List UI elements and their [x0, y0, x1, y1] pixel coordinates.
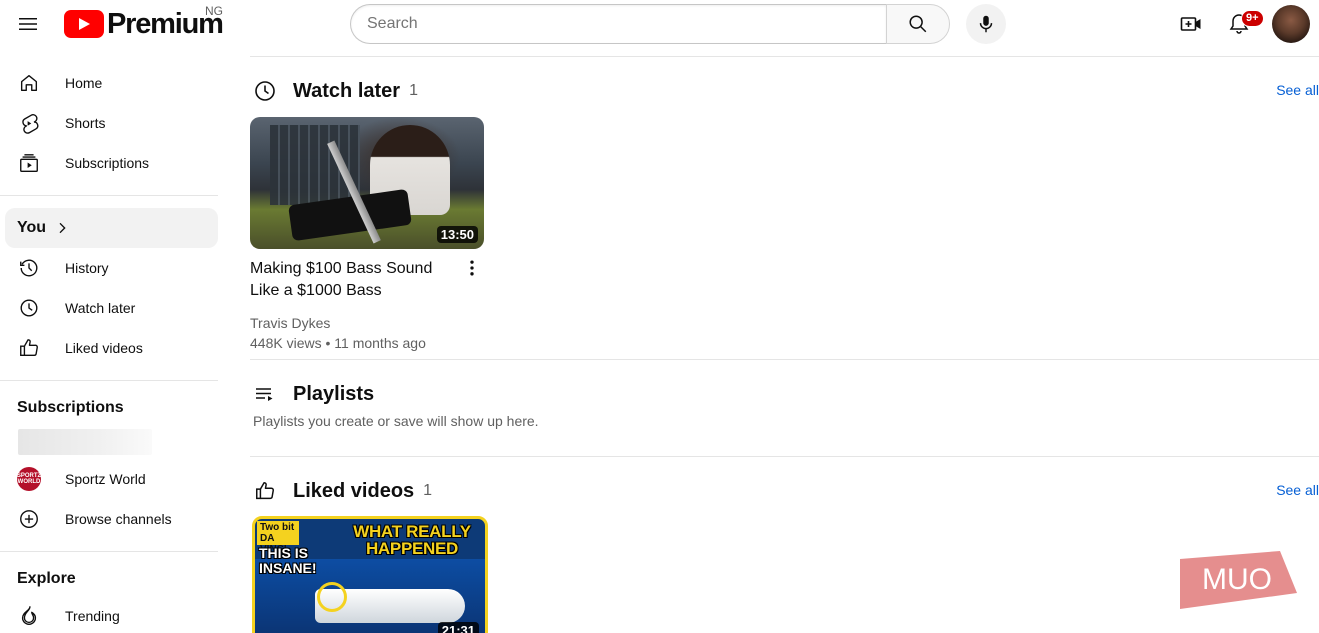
sidebar-item-label: Trending	[65, 608, 120, 624]
section-header: Liked videos 1	[250, 476, 432, 506]
watch-later-icon	[250, 76, 280, 106]
video-thumbnail[interactable]: Two bit DA VINCI WHAT REALLY HAPPENED TH…	[252, 516, 488, 633]
sidebar-item-label: Home	[65, 75, 103, 91]
sidebar-item-label: Shorts	[65, 115, 106, 131]
sidebar: Home Shorts Subscriptions You History Wa…	[0, 56, 230, 633]
thumbnail-scene	[270, 125, 360, 205]
channel-avatar-wrapper: SPORTZ WORLD	[17, 467, 41, 491]
channel-avatar: SPORTZ WORLD	[17, 467, 41, 491]
video-title[interactable]: Making $100 Bass Sound Like a $1000 Bass	[250, 258, 450, 302]
video-duration: 21:31	[437, 622, 479, 633]
explore-section-title: Explore	[17, 570, 76, 587]
country-code: NG	[205, 4, 223, 18]
hamburger-menu-icon	[19, 18, 37, 30]
microphone-icon	[979, 15, 993, 33]
sidebar-item-history[interactable]: History	[5, 248, 218, 288]
section-header: Playlists	[250, 379, 374, 409]
section-divider	[250, 456, 1319, 457]
section-count: 1	[409, 82, 418, 99]
create-button[interactable]	[1171, 4, 1211, 44]
section-title[interactable]: Playlists	[293, 383, 374, 406]
sidebar-item-label: Liked videos	[65, 340, 143, 356]
sidebar-item-label: History	[65, 260, 109, 276]
library-main: Watch later 1 See all 13:50 Making $100 …	[250, 56, 1319, 633]
trending-icon	[17, 604, 41, 628]
sidebar-item-label: Sportz World	[65, 471, 146, 487]
notification-badge: 9+	[1241, 10, 1264, 27]
blurred-subscription[interactable]	[18, 429, 152, 455]
sidebar-item-browse-channels[interactable]: Browse channels	[5, 499, 218, 539]
history-icon	[17, 256, 41, 280]
sidebar-item-watch-later[interactable]: Watch later	[5, 288, 218, 328]
youtube-play-icon	[64, 10, 104, 38]
sidebar-item-label: Watch later	[65, 300, 136, 316]
sidebar-item-sportz-world[interactable]: SPORTZ WORLD Sportz World	[5, 459, 218, 499]
top-bar: Premium NG 9+	[0, 0, 1319, 48]
section-header: Watch later 1	[250, 76, 418, 106]
youtube-premium-logo[interactable]: Premium	[64, 8, 224, 40]
watch-later-icon	[17, 296, 41, 320]
top-divider	[250, 56, 1319, 57]
video-duration: 13:50	[436, 226, 478, 243]
see-all-link[interactable]: See all	[1276, 82, 1319, 98]
chevron-right-icon	[59, 222, 66, 234]
video-meta: 448K views • 11 months ago	[250, 335, 426, 351]
muo-watermark: MUO	[1180, 551, 1297, 609]
account-avatar[interactable]	[1272, 5, 1310, 43]
subscriptions-section-title: Subscriptions	[17, 399, 124, 416]
you-label: You	[17, 219, 47, 236]
highlight-circle	[317, 582, 347, 612]
section-count: 1	[423, 482, 433, 499]
sidebar-item-shorts[interactable]: Shorts	[5, 103, 218, 143]
sidebar-divider	[0, 195, 218, 196]
playlists-empty-message: Playlists you create or save will show u…	[253, 413, 539, 429]
subscriptions-icon	[17, 151, 41, 175]
menu-button[interactable]	[12, 8, 44, 40]
sidebar-item-liked-videos[interactable]: Liked videos	[5, 328, 218, 368]
section-title[interactable]: Watch later	[293, 80, 400, 103]
notifications-button[interactable]: 9+	[1219, 4, 1264, 44]
video-thumbnail[interactable]: 13:50	[250, 117, 484, 249]
search-input[interactable]	[350, 4, 886, 44]
plus-circle-icon	[17, 507, 41, 531]
shorts-icon	[17, 111, 41, 135]
search-bar	[350, 4, 950, 44]
sidebar-item-you[interactable]: You	[5, 208, 218, 248]
section-title[interactable]: Liked videos	[293, 480, 414, 503]
home-icon	[17, 71, 41, 95]
section-divider	[250, 359, 1319, 360]
sidebar-item-label: Browse channels	[65, 511, 172, 527]
see-all-link[interactable]: See all	[1276, 482, 1319, 498]
sidebar-item-subscriptions[interactable]: Subscriptions	[5, 143, 218, 183]
search-button[interactable]	[886, 4, 950, 44]
create-video-icon	[1180, 17, 1201, 31]
sidebar-item-trending[interactable]: Trending	[5, 596, 218, 633]
playlist-icon	[250, 379, 280, 409]
watermark-text: MUO	[1202, 563, 1272, 596]
thumbs-up-icon	[250, 476, 280, 506]
voice-search-button[interactable]	[966, 4, 1006, 44]
thumbnail-headline: WHAT REALLY HAPPENED	[353, 522, 471, 558]
thumbnail-subheadline: THIS IS INSANE!	[259, 545, 317, 576]
video-channel[interactable]: Travis Dykes	[250, 315, 330, 331]
sidebar-item-home[interactable]: Home	[5, 63, 218, 103]
sidebar-item-label: Subscriptions	[65, 155, 150, 171]
thumbs-up-icon	[17, 336, 41, 360]
more-vertical-icon	[470, 260, 474, 276]
channel-badge: Two bit DA VINCI	[257, 521, 299, 555]
search-icon	[909, 15, 927, 33]
video-options-button[interactable]	[458, 254, 486, 282]
